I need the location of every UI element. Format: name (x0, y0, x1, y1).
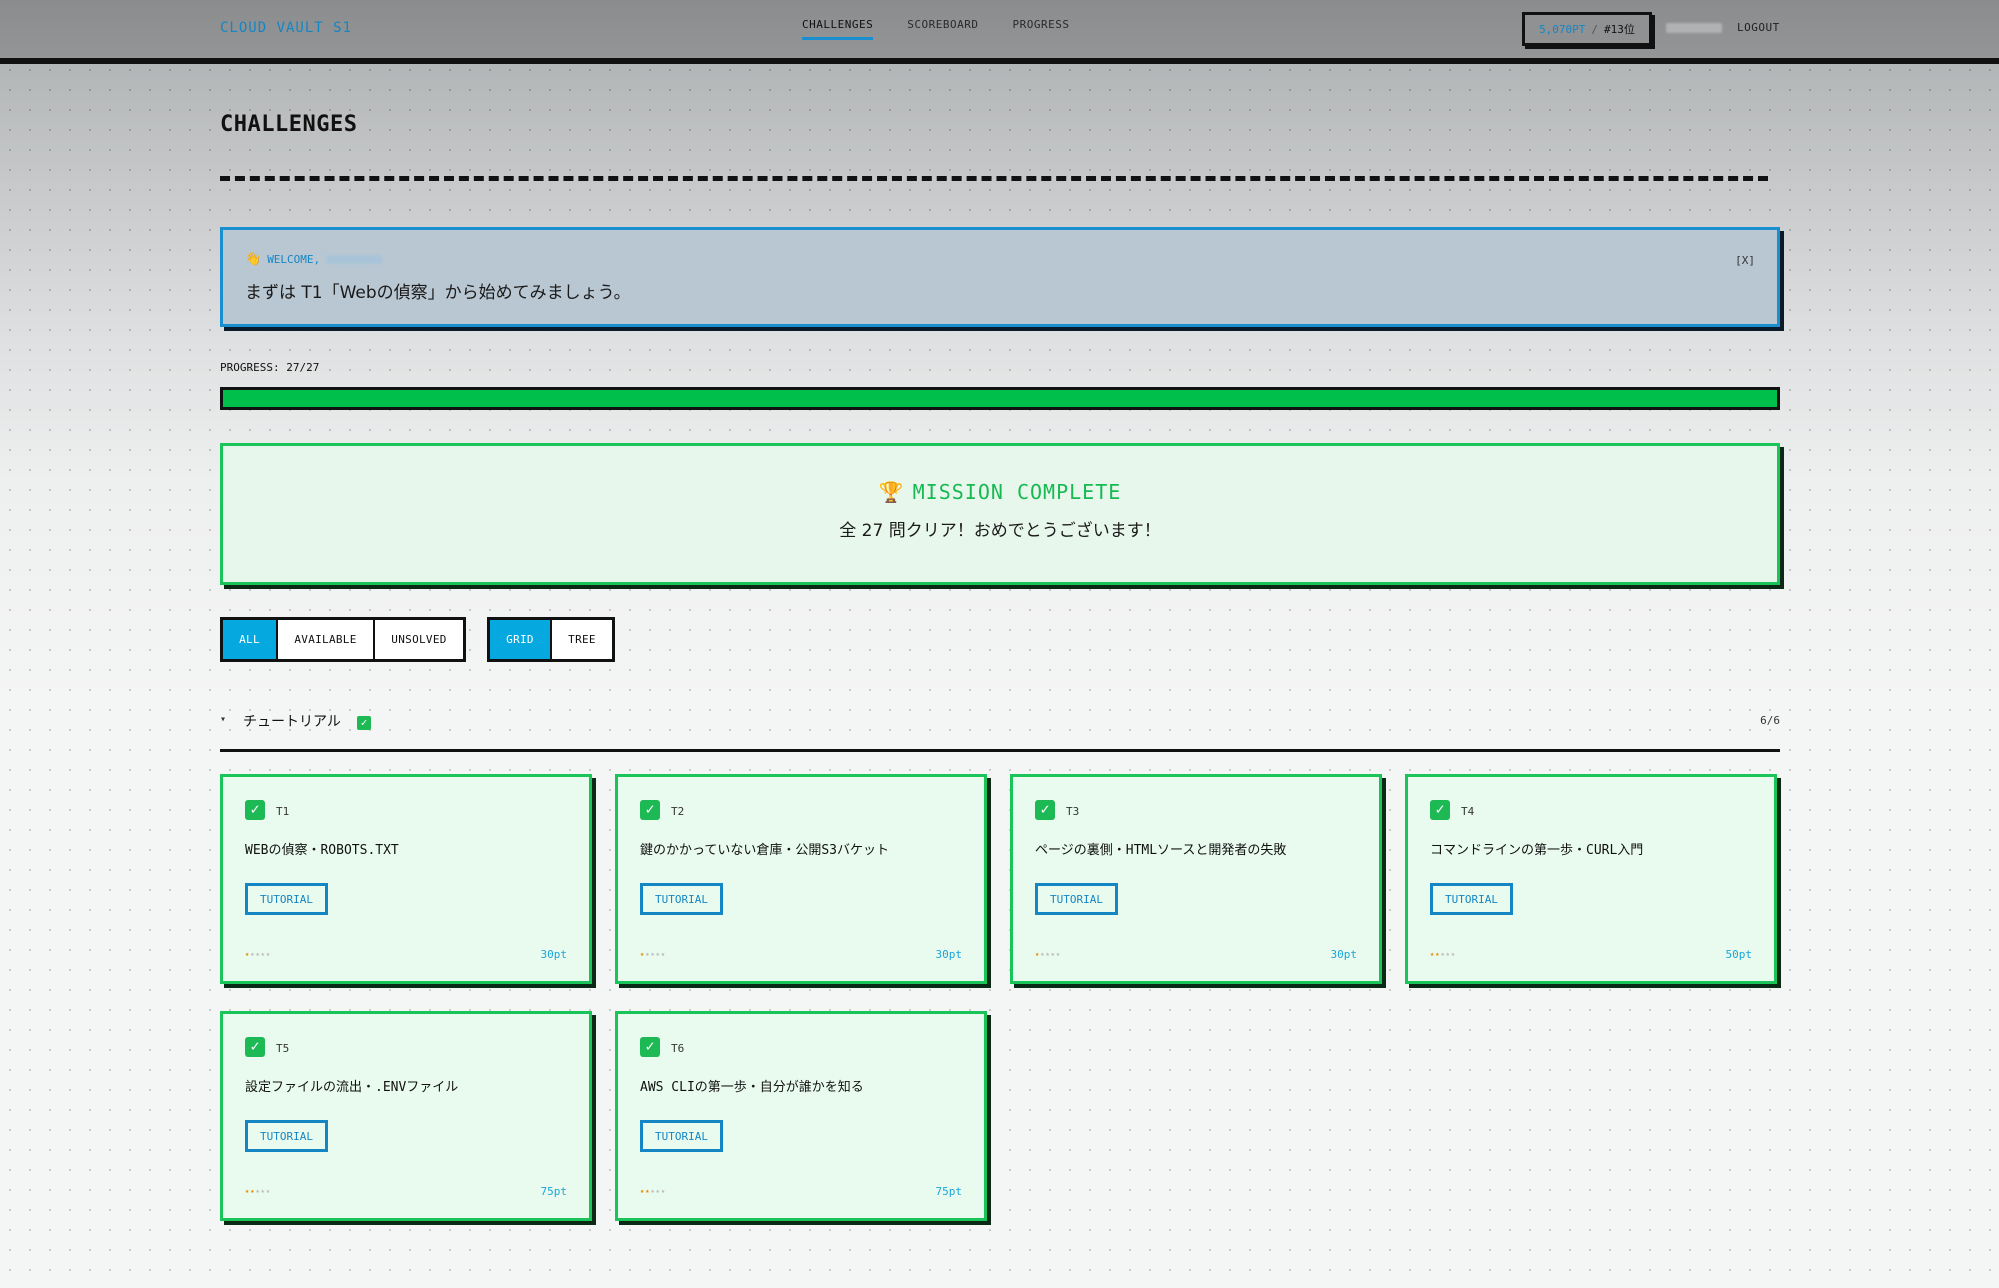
filter-all-button[interactable]: ALL (223, 620, 278, 659)
challenge-id: T2 (671, 805, 685, 818)
progress-bar (220, 387, 1780, 410)
solved-check-icon: ✓ (640, 1036, 660, 1057)
challenge-title: ページの裏側・HTMLソースと開発者の失敗 (1035, 843, 1287, 858)
welcome-message: まずは T1「Webの偵察」から始めてみましょう。 (245, 283, 631, 303)
challenge-card[interactable]: ✓ T1 WEBの偵察・ROBOTS.TXT TUTORIAL ★★★★★ 30… (220, 774, 592, 984)
challenge-points: 30pt (1330, 948, 1358, 961)
challenge-title: AWS CLIの第一歩・自分が誰かを知る (640, 1080, 864, 1095)
challenge-tag: TUTORIAL (245, 883, 328, 915)
waving-hand-icon: 👋 (245, 252, 262, 267)
score-badge: 5,070PT / #13位 (1522, 12, 1652, 46)
score-points: 5,070PT (1539, 22, 1586, 36)
solved-check-icon: ✓ (245, 799, 265, 820)
welcome-prefix: WELCOME, (267, 253, 321, 266)
challenge-card[interactable]: ✓ T2 鍵のかかっていない倉庫・公開S3バケット TUTORIAL ★★★★★… (615, 774, 987, 984)
view-toggle-group: GRID TREE (487, 617, 615, 662)
challenge-card[interactable]: ✓ T4 コマンドラインの第一歩・CURL入門 TUTORIAL ★★★★★ 5… (1405, 774, 1777, 984)
brand-logo[interactable]: CLOUD VAULT S1 (220, 20, 352, 36)
mission-complete-subtitle: 全 27 問クリア！おめでとうございます！ (839, 521, 1161, 541)
challenge-tag: TUTORIAL (1430, 883, 1513, 915)
difficulty-stars: ★★★★★ (1430, 950, 1456, 958)
star-empty-icon: ★ (1055, 950, 1062, 958)
solved-check-icon: ✓ (640, 799, 660, 820)
nav-scoreboard[interactable]: SCOREBOARD (907, 18, 978, 40)
challenge-points: 30pt (935, 948, 963, 961)
mission-complete-title: MISSION COMPLETE (912, 480, 1122, 504)
welcome-header: 👋 WELCOME, (245, 252, 383, 267)
difficulty-stars: ★★★★★ (640, 950, 666, 958)
welcome-username-redacted (326, 255, 383, 264)
challenge-id: T4 (1461, 805, 1475, 818)
progress-bar-fill (223, 390, 1777, 407)
solved-check-icon: ✓ (1430, 799, 1450, 820)
star-empty-icon: ★ (1450, 950, 1457, 958)
solved-check-icon: ✓ (1035, 799, 1055, 820)
challenge-title: 鍵のかかっていない倉庫・公開S3バケット (640, 843, 890, 858)
category-name: チュートリアル (243, 714, 341, 730)
challenge-tag: TUTORIAL (1035, 883, 1118, 915)
difficulty-stars: ★★★★★ (245, 1187, 271, 1195)
score-separator: / (1591, 22, 1599, 36)
mission-complete-heading: 🏆 MISSION COMPLETE (223, 480, 1777, 504)
view-tree-button[interactable]: TREE (552, 620, 612, 659)
view-grid-button[interactable]: GRID (490, 620, 552, 659)
nav-challenges[interactable]: CHALLENGES (802, 18, 874, 40)
star-empty-icon: ★ (265, 950, 272, 958)
challenge-tag: TUTORIAL (640, 883, 723, 915)
main-nav: CHALLENGES SCOREBOARD PROGRESS (802, 18, 1069, 40)
challenge-card[interactable]: ✓ T5 設定ファイルの流出・.ENVファイル TUTORIAL ★★★★★ 7… (220, 1011, 592, 1221)
check-icon: ✓ (357, 711, 371, 730)
challenge-id: T3 (1066, 805, 1080, 818)
challenge-title: 設定ファイルの流出・.ENVファイル (245, 1080, 459, 1095)
difficulty-stars: ★★★★★ (245, 950, 271, 958)
status-filter-group: ALL AVAILABLE UNSOLVED (220, 617, 466, 662)
trophy-icon: 🏆 (878, 480, 905, 504)
welcome-close-button[interactable]: [X] (1735, 254, 1755, 267)
challenge-points: 50pt (1725, 948, 1753, 961)
challenge-card[interactable]: ✓ T6 AWS CLIの第一歩・自分が誰かを知る TUTORIAL ★★★★★… (615, 1011, 987, 1221)
challenge-points: 75pt (540, 1185, 568, 1198)
challenge-points: 30pt (540, 948, 568, 961)
page-title: CHALLENGES (220, 112, 358, 137)
challenge-points: 75pt (935, 1185, 963, 1198)
difficulty-stars: ★★★★★ (640, 1187, 666, 1195)
welcome-banner: 👋 WELCOME, まずは T1「Webの偵察」から始めてみましょう。 [X] (220, 227, 1780, 327)
title-divider (220, 176, 1768, 181)
challenge-title: WEBの偵察・ROBOTS.TXT (245, 843, 399, 858)
difficulty-stars: ★★★★★ (1035, 950, 1061, 958)
score-rank: #13位 (1604, 23, 1635, 36)
challenge-tag: TUTORIAL (640, 1120, 723, 1152)
username-redacted (1666, 23, 1722, 33)
filter-unsolved-button[interactable]: UNSOLVED (375, 620, 463, 659)
nav-progress[interactable]: PROGRESS (1012, 18, 1069, 40)
challenge-card[interactable]: ✓ T3 ページの裏側・HTMLソースと開発者の失敗 TUTORIAL ★★★★… (1010, 774, 1382, 984)
category-count: 6/6 (1760, 714, 1780, 727)
progress-label: PROGRESS: 27/27 (220, 361, 320, 374)
mission-complete-banner: 🏆 MISSION COMPLETE 全 27 問クリア！おめでとうございます！ (220, 443, 1780, 585)
logout-link[interactable]: LOGOUT (1737, 21, 1780, 34)
star-empty-icon: ★ (660, 1187, 667, 1195)
filter-available-button[interactable]: AVAILABLE (278, 620, 375, 659)
star-empty-icon: ★ (265, 1187, 272, 1195)
top-nav: CLOUD VAULT S1 CHALLENGES SCOREBOARD PRO… (0, 0, 1999, 64)
challenge-id: T1 (276, 805, 290, 818)
collapse-caret-icon[interactable]: ▾ (220, 714, 226, 725)
challenge-id: T5 (276, 1042, 290, 1055)
category-header[interactable]: ▾ チュートリアル ✓ 6/6 (220, 712, 1780, 752)
challenge-title: コマンドラインの第一歩・CURL入門 (1430, 843, 1644, 858)
challenge-tag: TUTORIAL (245, 1120, 328, 1152)
star-empty-icon: ★ (660, 950, 667, 958)
solved-check-icon: ✓ (245, 1036, 265, 1057)
challenge-id: T6 (671, 1042, 685, 1055)
